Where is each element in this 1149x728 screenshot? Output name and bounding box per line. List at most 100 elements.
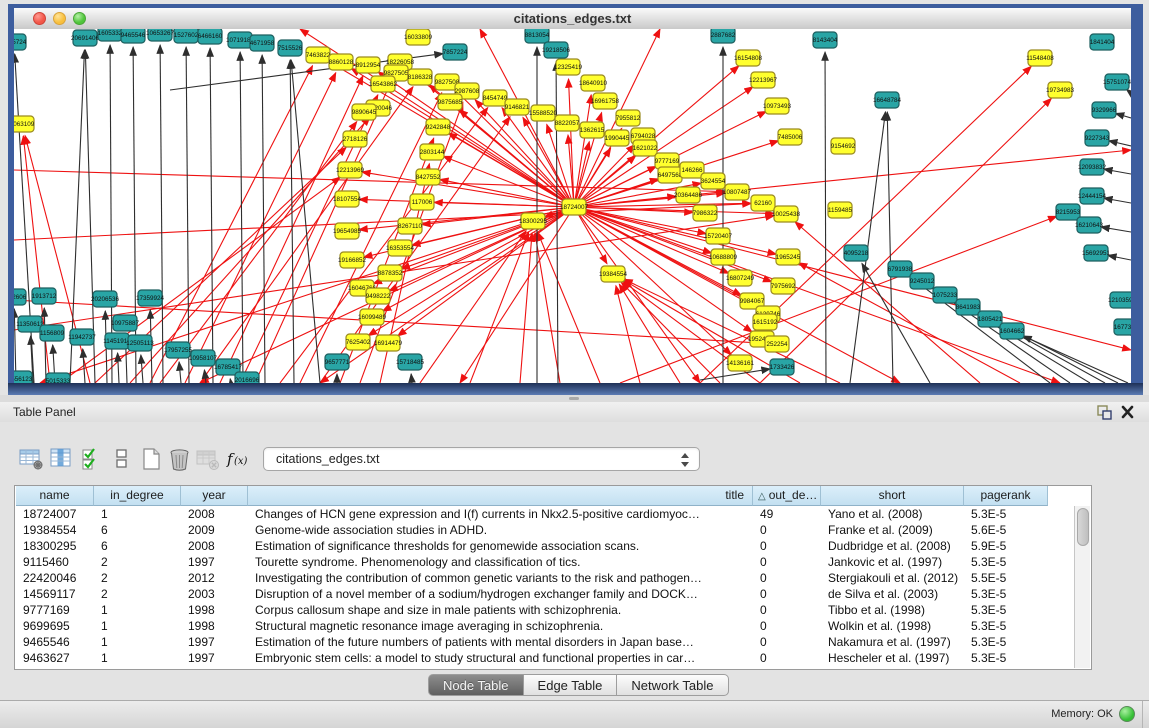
graph-node[interactable]: 12444154 [1078,188,1107,204]
graph-node[interactable]: 1615192 [753,314,778,330]
graph-node[interactable]: 9227343 [1085,130,1110,146]
graph-node[interactable]: 9154692 [831,138,856,154]
graph-node[interactable]: 16648784 [873,92,902,108]
graph-node[interactable]: 9465546 [121,29,146,43]
graph-node[interactable]: 1733426 [770,359,795,375]
graph-node[interactable]: 1621022 [633,140,658,156]
graph-node[interactable]: 15751074 [1103,74,1131,90]
column-header-name[interactable]: name [16,486,94,506]
graph-node[interactable]: 9556123 [14,371,33,383]
scrollbar-thumb[interactable] [1077,508,1089,546]
graph-node[interactable]: 146266 [680,162,704,178]
graph-node[interactable]: 12103594 [1108,292,1131,308]
table-row[interactable]: 911546021997Tourette syndrome. Phenomeno… [15,554,1091,570]
graph-node[interactable]: 9245012 [910,273,935,289]
graph-node[interactable]: 10688809 [709,249,738,265]
table-row[interactable]: 1456911722003Disruption of a novel membe… [15,586,1091,602]
graph-node[interactable]: 7975692 [771,278,796,294]
graph-node[interactable]: 8822057 [555,115,580,131]
graph-node[interactable]: 10025438 [772,206,801,222]
graph-node[interactable]: 12213967 [749,72,778,88]
graph-node[interactable]: 20691406 [71,30,100,46]
column-header-out_de[interactable]: △out_de… [753,486,821,506]
graph-node[interactable]: 8813054 [525,29,550,43]
graph-node[interactable]: 1527602 [174,29,199,43]
graph-node[interactable]: 16154808 [734,50,763,66]
show-column-icon[interactable] [48,446,76,472]
column-header-year[interactable]: year [181,486,248,506]
graph-node[interactable]: 20364486 [674,187,703,203]
graph-node[interactable]: 8143404 [813,32,838,48]
graph-node[interactable]: 12505113 [126,335,154,351]
graph-node[interactable]: 19218506 [542,42,571,58]
graph-node[interactable]: 20206536 [91,291,120,307]
column-header-pagerank[interactable]: pagerank [964,486,1048,506]
column-header-title[interactable]: title [248,486,753,506]
table-row[interactable]: 2242004622012Investigating the contribut… [15,570,1091,586]
table-row[interactable]: 946554611997Estimation of the future num… [15,634,1091,650]
network-table-select[interactable]: citations_edges.txt [263,447,700,471]
graph-node[interactable]: 1362615 [580,122,605,138]
graph-node[interactable]: 1604662 [1000,323,1025,339]
graph-node[interactable]: 2016696 [235,372,260,383]
graph-node[interactable]: 1159485 [828,202,853,218]
graph-node[interactable]: 16807249 [726,270,755,286]
graph-node[interactable]: 1913712 [32,288,57,304]
graph-node[interactable]: 18107554 [333,191,362,207]
graph-node[interactable]: 10975887 [111,315,140,331]
graph-node[interactable]: 9890645 [352,104,377,120]
row-height-icon[interactable] [108,446,136,472]
graph-node[interactable]: 12325419 [554,59,583,75]
table-row[interactable]: 946362711997Embryonic stem cells: a mode… [15,650,1091,666]
graph-node[interactable]: 9657771 [325,354,350,370]
graph-node[interactable]: 9875685 [438,94,463,110]
graph-node[interactable]: 1156809 [40,325,65,341]
graph-node[interactable]: 8860128 [329,54,354,70]
graph-node[interactable]: 8912954 [356,57,381,73]
graph-node[interactable]: 8267110 [398,218,423,234]
graph-node[interactable]: 10973493 [763,98,792,114]
tab-network-table[interactable]: Network Table [617,674,728,696]
table-row[interactable]: 969969511998Structural magnetic resonanc… [15,618,1091,634]
graph-node[interactable]: 2803144 [420,144,445,160]
graph-node[interactable]: 15718485 [396,354,425,370]
graph-node[interactable]: 14136161 [726,355,755,371]
graph-node[interactable]: 15692951 [1082,245,1111,261]
graph-node[interactable]: 6497568 [658,167,683,183]
graph-node[interactable]: 7625402 [346,334,371,350]
column-header-short[interactable]: short [821,486,964,506]
graph-node[interactable]: 6466160 [198,29,223,44]
memory-ok-indicator[interactable] [1119,706,1135,722]
table-row[interactable]: 977716911998Corpus callosum shape and si… [15,602,1091,618]
table-row[interactable]: 1938455462009Genome-wide association stu… [15,522,1091,538]
graph-node[interactable]: 7986322 [693,205,718,221]
graph-node[interactable]: 117006 [410,194,434,210]
graph-node[interactable]: 19384554 [599,266,628,282]
graph-node[interactable]: 16353554 [386,240,415,256]
graph-node[interactable]: 19166852 [338,252,367,268]
graph-node[interactable]: 4055724 [14,34,27,50]
graph-node[interactable]: 6791938 [888,261,913,277]
graph-node[interactable]: 9498222 [366,288,391,304]
graph-node[interactable]: 5015333 [46,373,71,383]
network-view-canvas[interactable]: 1872400716033809746382288601288912954182… [14,29,1131,383]
graph-node[interactable]: 1075233 [933,287,958,303]
graph-node[interactable]: 252254 [765,336,789,352]
table-options-icon[interactable] [18,446,46,472]
graph-node[interactable]: 7463822 [306,47,331,63]
table-row[interactable]: 1830029562008Estimation of significance … [15,538,1091,554]
table-row[interactable]: 1872400712008Changes of HCN gene express… [15,506,1091,522]
graph-node[interactable]: 10807487 [723,184,752,200]
graph-node[interactable]: 11548408 [1026,50,1054,66]
panel-splitter[interactable] [0,395,1149,402]
column-header-in_degree[interactable]: in_degree [94,486,181,506]
graph-node[interactable]: 18640910 [579,75,608,91]
tab-node-table[interactable]: Node Table [428,674,524,696]
graph-node[interactable]: 15720407 [704,228,733,244]
table-vertical-scrollbar[interactable] [1074,506,1090,668]
graph-node[interactable]: 8427552 [416,169,441,185]
graph-node[interactable]: 7857224 [443,44,468,60]
graph-node[interactable]: 7955812 [616,110,641,126]
graph-node[interactable]: 17359924 [136,290,165,306]
network-view-titlebar[interactable]: citations_edges.txt [14,8,1131,30]
